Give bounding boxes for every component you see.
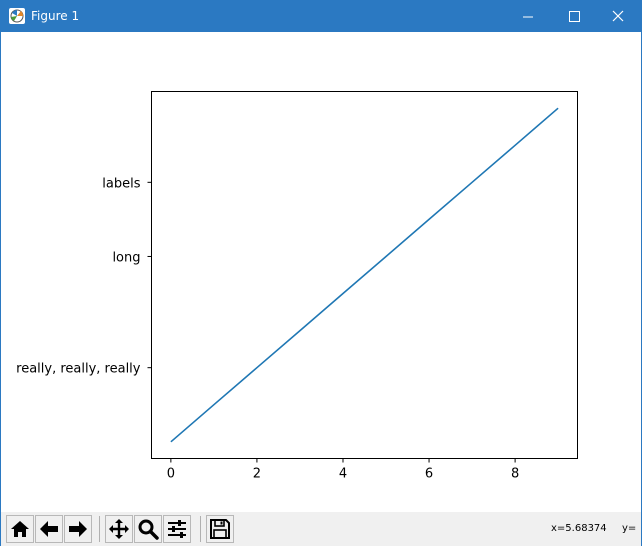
toolbar-separator: [99, 516, 100, 542]
sliders-icon: [168, 520, 186, 538]
y-axis-ticks: really, really, really long labels: [16, 176, 152, 377]
minimize-button[interactable]: [505, 1, 551, 32]
close-button[interactable]: [595, 1, 641, 32]
minimize-icon: [523, 16, 533, 18]
close-icon: [612, 10, 624, 22]
zoom-button[interactable]: [134, 515, 162, 543]
maximize-icon: [569, 11, 580, 22]
x-tick-label: 0: [167, 467, 175, 482]
x-tick-label: 8: [511, 467, 519, 482]
forward-button[interactable]: [64, 515, 92, 543]
arrow-left-icon: [40, 521, 58, 537]
y-tick-label: long: [112, 250, 140, 265]
title-bar[interactable]: Figure 1: [1, 1, 641, 32]
x-axis-ticks: 0 2 4 6 8: [167, 458, 519, 482]
cursor-x-readout: x=5.68374: [551, 523, 607, 534]
magnifier-icon: [138, 519, 159, 540]
configure-subplots-button[interactable]: [163, 515, 191, 543]
floppy-disk-icon: [210, 519, 230, 539]
cursor-y-readout: y=: [622, 523, 637, 534]
figure-window: Figure 1 really, really, really long label…: [0, 0, 642, 546]
move-icon: [109, 519, 129, 539]
back-button[interactable]: [35, 515, 63, 543]
line-chart[interactable]: really, really, really long labels 0 2 4 6 8: [1, 32, 641, 512]
y-tick-label: labels: [102, 176, 140, 191]
figure-canvas[interactable]: really, really, really long labels 0 2 4 6 8: [1, 32, 641, 512]
save-button[interactable]: [206, 515, 234, 543]
matplotlib-figure-icon: [8, 7, 26, 25]
maximize-button[interactable]: [551, 1, 597, 32]
x-tick-label: 6: [425, 467, 433, 482]
home-button[interactable]: [6, 515, 34, 543]
navigation-toolbar: x=5.68374 y=: [1, 512, 641, 546]
x-tick-label: 2: [253, 467, 261, 482]
pan-button[interactable]: [105, 515, 133, 543]
window-title: Figure 1: [31, 9, 80, 23]
arrow-right-icon: [69, 521, 87, 537]
toolbar-separator: [200, 516, 201, 542]
y-tick-label: really, really, really: [16, 362, 141, 377]
home-icon: [11, 521, 29, 537]
x-tick-label: 4: [339, 467, 347, 482]
